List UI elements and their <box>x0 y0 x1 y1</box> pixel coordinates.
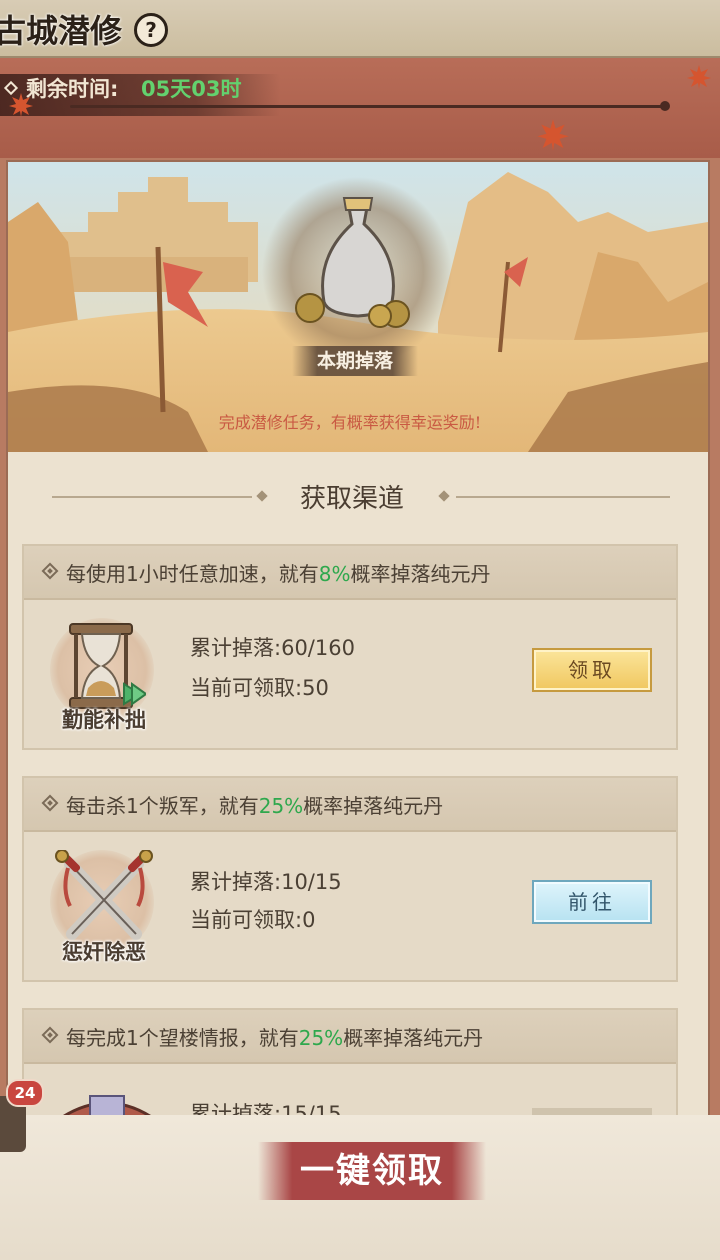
channel-icon[interactable]: 惩奸除恶 <box>44 846 164 966</box>
title-bar: 古城潜修 ? <box>0 0 720 58</box>
channel-title: 每击杀1个叛军，就有25%概率掉落纯元丹 <box>66 794 444 818</box>
claimable-count: 当前可领取:0 <box>190 908 316 932</box>
channel-card: 每使用1小时任意加速，就有8%概率掉落纯元丹 勤能补拙 累计掉落:60/160 … <box>22 544 678 750</box>
go-button[interactable]: 前往 <box>532 880 652 924</box>
channel-icon[interactable]: 勤能补拙 <box>44 614 164 734</box>
banner-note: 完成潜修任务，有概率获得幸运奖励! <box>218 413 482 432</box>
maple-leaf-icon <box>536 118 570 152</box>
channel-header: 每击杀1个叛军，就有25%概率掉落纯元丹 <box>24 778 676 832</box>
total-drop: 累计掉落:10/15 <box>190 870 342 894</box>
diamond-icon <box>41 794 59 812</box>
channel-icon-label: 勤能补拙 <box>62 708 146 732</box>
claimable-count: 当前可领取:50 <box>190 676 329 700</box>
diamond-icon <box>41 1026 59 1044</box>
watchtower-icon <box>61 1095 153 1116</box>
question-circle-icon[interactable]: ? <box>134 13 168 47</box>
maple-leaf-icon <box>686 64 712 90</box>
channel-card: 每击杀1个叛军，就有25%概率掉落纯元丹 惩奸除恶 累计掉落:10/15 当前可… <box>22 776 678 982</box>
page-title: 古城潜修 <box>0 12 123 50</box>
channel-title: 每使用1小时任意加速，就有8%概率掉落纯元丹 <box>66 562 491 586</box>
total-drop: 累计掉落:60/160 <box>190 636 355 660</box>
drop-label: 本期掉落 <box>292 346 418 376</box>
divider <box>456 496 670 498</box>
channel-header: 每完成1个望楼情报，就有25%概率掉落纯元丹 <box>24 1010 676 1064</box>
divider <box>70 101 670 111</box>
channel-card: 每完成1个望楼情报，就有25%概率掉落纯元丹 累计掉落:15/15 <box>22 1008 678 1118</box>
hourglass-icon <box>69 623 146 709</box>
timer-label: 剩余时间: <box>26 77 119 101</box>
claim-all-button[interactable]: 一键领取 <box>258 1142 486 1200</box>
notification-badge: 24 <box>6 1079 44 1107</box>
channel-title: 每完成1个望楼情报，就有25%概率掉落纯元丹 <box>66 1026 484 1050</box>
diamond-icon <box>41 562 59 580</box>
crossed-swords-icon <box>55 850 153 940</box>
channel-icon-label: 惩奸除恶 <box>62 940 146 964</box>
timer-value: 05天03时 <box>141 77 242 101</box>
claim-button[interactable]: 领取 <box>532 648 652 692</box>
channel-header: 每使用1小时任意加速，就有8%概率掉落纯元丹 <box>24 546 676 600</box>
